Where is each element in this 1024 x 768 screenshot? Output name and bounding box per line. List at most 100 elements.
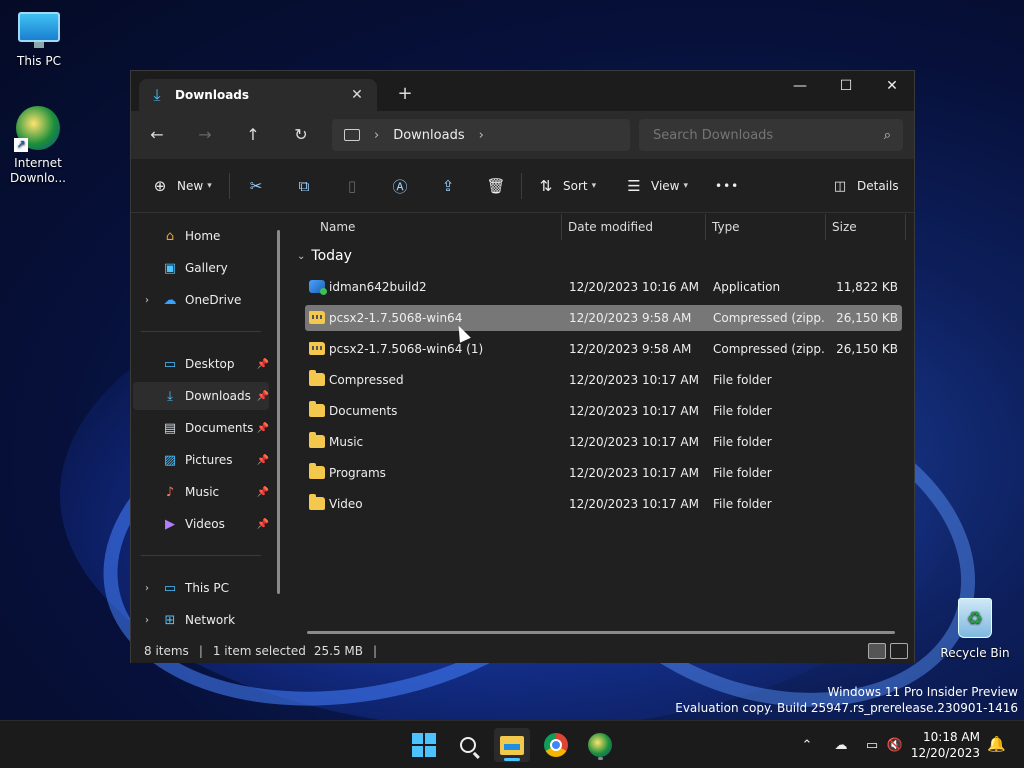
sidebar-item-downloads[interactable]: ⤓ Downloads 📌 — [133, 382, 269, 410]
file-row[interactable]: Documents 12/20/2023 10:17 AM File folde… — [305, 398, 902, 424]
column-header-size[interactable]: Size — [826, 214, 906, 240]
file-date: 12/20/2023 9:58 AM — [569, 311, 692, 325]
zip-folder-icon — [309, 342, 325, 355]
share-button[interactable]: ⇪ — [437, 173, 459, 199]
chevron-down-icon: ▾ — [591, 181, 597, 191]
copy-button[interactable]: ⧉ — [293, 173, 315, 199]
horizontal-scrollbar[interactable] — [307, 631, 895, 634]
volume-muted-icon[interactable]: 🔇 — [884, 738, 906, 753]
search-icon[interactable]: ⌕ — [884, 128, 891, 143]
column-header-date-modified[interactable]: Date modified — [562, 214, 706, 240]
sort-button[interactable]: ⇅ Sort ▾ — [535, 173, 596, 199]
column-header-name[interactable]: Name — [314, 214, 562, 240]
rename-button[interactable]: Ⓐ — [389, 173, 411, 199]
file-row[interactable]: pcsx2-1.7.5068-win64 12/20/2023 9:58 AM … — [305, 305, 902, 331]
delete-button[interactable]: 🗑 — [485, 173, 507, 199]
notification-bell-icon[interactable]: 🔔 — [987, 735, 1006, 753]
sidebar-item-label: Videos — [185, 517, 225, 531]
new-tab-button[interactable]: + — [393, 83, 417, 107]
sidebar-scrollbar[interactable] — [277, 230, 280, 594]
file-row[interactable]: Compressed 12/20/2023 10:17 AM File fold… — [305, 367, 902, 393]
minimize-button[interactable]: — — [777, 71, 823, 103]
details-view-toggle[interactable] — [868, 643, 886, 659]
cut-button[interactable]: ✂ — [245, 173, 267, 199]
selection-size: 25.5 MB — [313, 643, 364, 658]
file-row[interactable]: pcsx2-1.7.5068-win64 (1) 12/20/2023 9:58… — [305, 336, 902, 362]
download-icon: ⤓ — [153, 85, 161, 104]
file-name: pcsx2-1.7.5068-win64 (1) — [329, 342, 484, 356]
pin-icon: 📌 — [256, 454, 269, 466]
sidebar-item-home[interactable]: ⌂ Home — [133, 222, 269, 250]
back-button[interactable]: ← — [143, 123, 171, 147]
paste-button[interactable]: ▯ — [341, 173, 363, 199]
search-icon — [460, 737, 476, 753]
start-button[interactable] — [406, 728, 442, 762]
file-row[interactable]: idman642build2 12/20/2023 10:16 AM Appli… — [305, 274, 902, 300]
chevron-right-icon[interactable]: › — [133, 583, 161, 594]
network-icon[interactable]: ▭ — [860, 738, 884, 753]
sidebar-item-gallery[interactable]: ▣ Gallery — [133, 254, 269, 282]
folder-icon — [309, 494, 325, 510]
file-row[interactable]: Video 12/20/2023 10:17 AM File folder — [305, 491, 902, 517]
sidebar-item-onedrive[interactable]: › ☁ OneDrive — [133, 286, 269, 314]
desktop-icon-this-pc[interactable]: This PC — [1, 12, 77, 69]
details-pane-button[interactable]: ◫ Details — [829, 173, 899, 199]
taskbar-file-explorer[interactable] — [494, 728, 530, 762]
tab-label: Downloads — [175, 88, 250, 102]
new-button[interactable]: ⊕ New ▾ — [149, 173, 212, 199]
sidebar-item-music[interactable]: ♪ Music 📌 — [133, 478, 269, 506]
view-button[interactable]: ☰ View ▾ — [623, 173, 688, 199]
file-row[interactable]: Music 12/20/2023 10:17 AM File folder — [305, 429, 902, 455]
taskbar-chrome[interactable] — [538, 728, 574, 762]
close-button[interactable]: ✕ — [869, 71, 915, 103]
tab-downloads[interactable]: ⤓ Downloads ✕ — [139, 79, 377, 111]
chevron-right-icon[interactable]: › — [133, 615, 161, 626]
trash-icon: 🗑 — [486, 177, 506, 195]
divider — [141, 331, 261, 332]
chevron-right-icon[interactable]: › — [133, 295, 161, 306]
sidebar-item-documents[interactable]: ▤ Documents 📌 — [133, 414, 269, 442]
desktop-icon-recycle-bin[interactable]: ♻ Recycle Bin — [936, 598, 1014, 661]
up-button[interactable]: ↑ — [239, 123, 267, 147]
sidebar-item-label: Gallery — [185, 261, 228, 275]
taskbar-search-button[interactable] — [450, 728, 486, 762]
large-icons-view-toggle[interactable] — [890, 643, 908, 659]
search-box[interactable]: ⌕ — [639, 119, 903, 151]
zip-folder-icon — [309, 311, 325, 324]
search-input[interactable] — [653, 127, 884, 143]
file-date: 12/20/2023 10:17 AM — [569, 466, 699, 480]
sidebar-item-network[interactable]: › ⊞ Network — [133, 606, 269, 634]
maximize-button[interactable]: ☐ — [823, 71, 869, 103]
sidebar-item-this-pc[interactable]: › ▭ This PC — [133, 574, 269, 602]
column-header-type[interactable]: Type — [706, 214, 826, 240]
chevron-right-icon[interactable]: › — [479, 128, 484, 143]
refresh-button[interactable]: ↻ — [287, 123, 315, 147]
chevron-right-icon[interactable]: › — [374, 128, 379, 143]
show-hidden-icons-chevron-up-icon[interactable]: ⌃ — [796, 738, 818, 753]
close-tab-icon[interactable]: ✕ — [347, 87, 367, 103]
chevron-down-icon: ▾ — [683, 181, 689, 191]
sort-label: Sort — [563, 179, 588, 193]
address-bar[interactable]: › Downloads › — [332, 119, 630, 151]
taskbar-internet-download-manager[interactable] — [582, 728, 618, 762]
onedrive-offline-icon[interactable]: ☁ — [826, 738, 856, 753]
this-pc-icon[interactable] — [344, 129, 360, 141]
more-options-button[interactable]: ••• — [715, 173, 739, 199]
sidebar-item-desktop[interactable]: ▭ Desktop 📌 — [133, 350, 269, 378]
sidebar-item-videos[interactable]: ▶ Videos 📌 — [133, 510, 269, 538]
clock[interactable]: 10:18 AM 12/20/2023 — [911, 729, 980, 761]
file-name: Video — [329, 497, 363, 511]
forward-button[interactable]: → — [191, 123, 219, 147]
active-indicator — [504, 758, 520, 761]
shortcut-arrow-icon: ↗ — [14, 138, 28, 152]
breadcrumb-downloads[interactable]: Downloads — [393, 128, 464, 143]
divider: | — [373, 643, 378, 658]
sidebar-item-pictures[interactable]: ▨ Pictures 📌 — [133, 446, 269, 474]
divider: | — [198, 643, 203, 658]
copy-icon: ⧉ — [298, 177, 310, 195]
file-type: File folder — [713, 435, 772, 449]
idm-icon — [588, 733, 612, 757]
desktop-icon-internet-download-manager[interactable]: ↗ Internet Downlo... — [0, 106, 76, 186]
group-header-today[interactable]: ⌄ Today — [297, 248, 352, 264]
file-row[interactable]: Programs 12/20/2023 10:17 AM File folder — [305, 460, 902, 486]
